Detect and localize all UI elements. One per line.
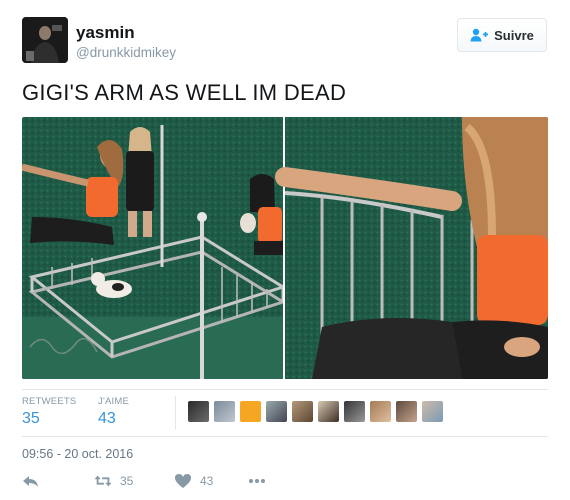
tweet-media[interactable]	[22, 117, 548, 379]
heart-icon	[175, 474, 191, 488]
display-name[interactable]: yasmin	[76, 23, 135, 43]
liker-avatar[interactable]	[266, 401, 287, 422]
add-user-icon	[470, 28, 489, 42]
liker-avatar[interactable]	[422, 401, 443, 422]
retweets-stat[interactable]: RETWEETS 35	[22, 396, 76, 428]
liker-avatar[interactable]	[344, 401, 365, 422]
tweet-header: yasmin @drunkkidmikey Suivre	[22, 17, 550, 63]
likes-stat[interactable]: J'AIME 43	[98, 396, 129, 428]
liker-avatar[interactable]	[188, 401, 209, 422]
more-button[interactable]	[248, 473, 266, 489]
retweet-icon	[94, 475, 112, 487]
media-photo-left[interactable]	[22, 117, 287, 379]
liker-avatar[interactable]	[292, 401, 313, 422]
likers-avatars	[188, 401, 443, 423]
retweet-action-count: 35	[120, 474, 134, 488]
user-handle[interactable]: @drunkkidmikey	[76, 45, 176, 60]
follow-button-label: Suivre	[494, 27, 534, 43]
stats-divider	[175, 396, 176, 430]
more-icon	[249, 479, 265, 483]
media-photo-right[interactable]	[275, 117, 548, 379]
tweet-actions: 35 43	[22, 473, 548, 497]
like-action-count: 43	[200, 474, 214, 488]
liker-avatar[interactable]	[318, 401, 339, 422]
retweet-button[interactable]: 35	[94, 473, 133, 489]
tweet-text: GIGI'S ARM AS WELL IM DEAD	[22, 80, 347, 105]
liker-avatar[interactable]	[240, 401, 261, 422]
liker-avatar[interactable]	[370, 401, 391, 422]
reply-icon	[23, 476, 38, 487]
like-button[interactable]: 43	[174, 473, 213, 489]
retweets-label: RETWEETS	[22, 396, 77, 407]
tweet-timestamp[interactable]: 09:56 - 20 oct. 2016	[22, 447, 133, 461]
follow-button[interactable]: Suivre	[457, 18, 547, 52]
likes-label: J'AIME	[98, 396, 129, 407]
tweet-stats: RETWEETS 35 J'AIME 43	[22, 389, 548, 437]
retweets-count[interactable]: 35	[22, 410, 76, 428]
liker-avatar[interactable]	[214, 401, 235, 422]
liker-avatar[interactable]	[396, 401, 417, 422]
likes-count[interactable]: 43	[98, 410, 129, 428]
avatar[interactable]	[22, 17, 68, 63]
reply-button[interactable]	[22, 473, 40, 489]
